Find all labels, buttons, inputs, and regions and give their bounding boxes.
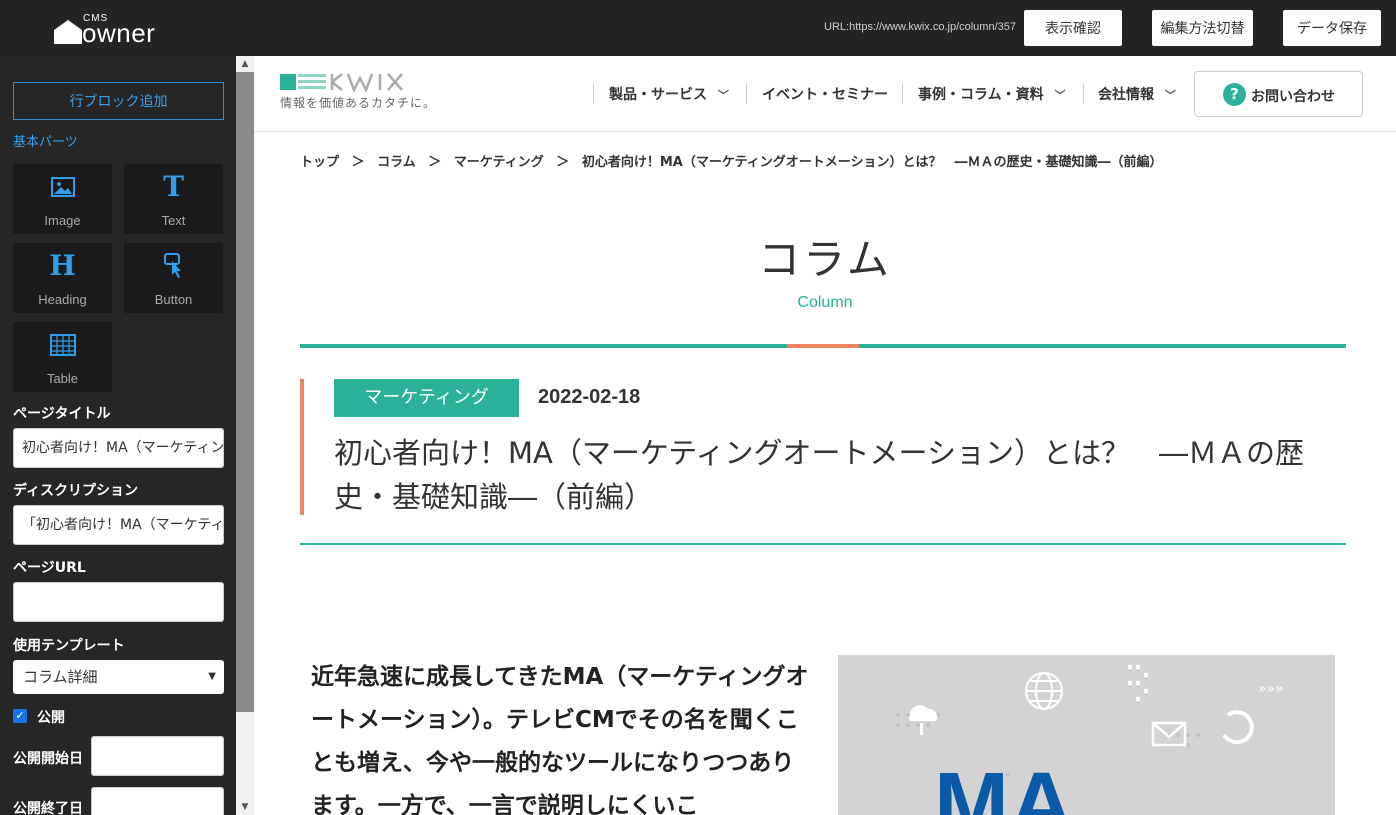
breadcrumb-top[interactable]: トップ bbox=[300, 155, 339, 170]
part-label: Text bbox=[161, 213, 186, 228]
refresh-icon bbox=[1222, 710, 1254, 745]
kwix-logo[interactable] bbox=[280, 72, 440, 92]
part-label: Heading bbox=[38, 292, 87, 307]
page-title-label: ページタイトル bbox=[13, 406, 111, 422]
article-header-divider bbox=[300, 543, 1346, 545]
text-icon: T bbox=[163, 170, 184, 203]
part-button[interactable]: Button bbox=[124, 243, 223, 313]
article-header: マーケティング 2022-02-18 初心者向け！MA（マーケティングオートメー… bbox=[300, 379, 1346, 515]
site-tagline: 情報を価値あるカタチに。 bbox=[280, 96, 437, 110]
basic-parts-label: 基本パーツ bbox=[13, 135, 78, 150]
cloud-download-icon bbox=[909, 705, 938, 735]
nav-events[interactable]: イベント・セミナー bbox=[762, 84, 888, 104]
part-image[interactable]: Image bbox=[13, 164, 112, 234]
page-url-display: URL:https://www.kwix.co.jp/column/357 bbox=[824, 21, 1016, 33]
publish-start-input[interactable] bbox=[91, 736, 224, 776]
hero-illustration: »»» MA bbox=[896, 665, 1284, 815]
chevron-down-icon: ﹀ bbox=[717, 89, 729, 102]
publish-label: 公開 bbox=[37, 710, 65, 726]
breadcrumb-separator: ＞ bbox=[428, 155, 442, 170]
heading-icon: H bbox=[49, 249, 76, 282]
question-icon: ? bbox=[1223, 83, 1246, 106]
scroll-up-arrow-icon[interactable]: ▲ bbox=[236, 56, 254, 72]
breadcrumb-current: 初心者向け！MA（マーケティングオートメーション）とは？ ―ＭＡの歴史・基礎知識… bbox=[581, 155, 1163, 170]
scroll-down-arrow-icon[interactable]: ▼ bbox=[236, 799, 254, 815]
article-date: 2022-02-18 bbox=[538, 386, 641, 408]
nav-divider bbox=[902, 84, 903, 104]
publish-end-input[interactable] bbox=[91, 787, 224, 815]
chevron-down-icon: ▼ bbox=[208, 671, 216, 682]
scroll-thumb[interactable] bbox=[236, 72, 254, 712]
section-divider-accent bbox=[787, 344, 859, 348]
contact-button[interactable]: ? お問い合わせ bbox=[1194, 71, 1363, 117]
page-url-label: ページURL bbox=[13, 560, 86, 576]
nav-cases[interactable]: 事例・コラム・資料 ﹀ bbox=[918, 84, 1065, 104]
article-hero-image: »»» MA bbox=[838, 655, 1335, 815]
publish-start-label: 公開開始日 bbox=[13, 751, 83, 767]
part-text[interactable]: T Text bbox=[124, 164, 223, 234]
nav-company[interactable]: 会社情報 ﹀ bbox=[1098, 84, 1176, 104]
breadcrumb-marketing[interactable]: マーケティング bbox=[454, 155, 544, 170]
editor-side-panel: 行ブロック追加 基本パーツ Image T Text H Heading But… bbox=[0, 56, 236, 815]
preview-button[interactable]: 表示確認 bbox=[1024, 10, 1122, 46]
part-label: Button bbox=[154, 292, 193, 307]
chevron-down-icon: ﹀ bbox=[1054, 89, 1066, 102]
section-title: コラム bbox=[758, 235, 892, 284]
template-select[interactable]: コラム詳細 ▼ bbox=[13, 660, 224, 694]
publish-end-label: 公開終了日 bbox=[13, 801, 83, 815]
template-selected-value: コラム詳細 bbox=[23, 668, 98, 686]
description-label: ディスクリプション bbox=[13, 483, 139, 499]
site-preview: 情報を価値あるカタチに。 製品・サービス ﹀ イベント・セミナー 事例・コラム・… bbox=[254, 56, 1396, 815]
svg-text:»»»: »»» bbox=[1258, 681, 1284, 697]
button-pointer-icon bbox=[163, 253, 181, 278]
globe-icon bbox=[1025, 672, 1063, 710]
chevron-down-icon: ﹀ bbox=[1164, 89, 1176, 102]
panel-scrollbar[interactable]: ▲ ▼ bbox=[236, 56, 254, 815]
nav-divider bbox=[746, 84, 747, 104]
part-heading[interactable]: H Heading bbox=[13, 243, 112, 313]
publish-checkbox[interactable]: ✓ bbox=[13, 709, 27, 723]
breadcrumb-separator: ＞ bbox=[351, 155, 365, 170]
nav-products[interactable]: 製品・サービス ﹀ bbox=[609, 84, 729, 104]
part-table[interactable]: Table bbox=[13, 322, 112, 392]
site-header: 情報を価値あるカタチに。 製品・サービス ﹀ イベント・セミナー 事例・コラム・… bbox=[254, 56, 1396, 132]
article-title: 初心者向け！MA（マーケティングオートメーション）とは？ ―ＭＡの歴史・基礎知識… bbox=[334, 436, 1304, 514]
description-input[interactable]: 「初心者向け！MA（マーケティングオートメーション） bbox=[13, 505, 224, 545]
breadcrumb-column[interactable]: コラム bbox=[377, 155, 416, 170]
cms-topbar: CMS owner URL:https://www.kwix.co.jp/col… bbox=[0, 0, 1396, 56]
category-tag[interactable]: マーケティング bbox=[334, 379, 519, 417]
article-lead-text: 近年急速に成長してきたMA（マーケティングオートメーション）。テレビCMでその名… bbox=[311, 664, 809, 815]
part-label: Image bbox=[44, 213, 81, 228]
add-row-block-button[interactable]: 行ブロック追加 bbox=[13, 82, 224, 120]
grid-dots-icon bbox=[1128, 665, 1148, 701]
section-subtitle: Column bbox=[797, 294, 853, 311]
hero-ma-text: MA bbox=[934, 755, 1074, 815]
contact-label: お問い合わせ bbox=[1251, 89, 1335, 105]
nav-divider bbox=[1083, 84, 1084, 104]
table-icon bbox=[49, 334, 76, 356]
save-data-button[interactable]: データ保存 bbox=[1283, 10, 1381, 46]
page-title-input[interactable]: 初心者向け！MA（マーケティングオートメーション）とは？ bbox=[13, 428, 224, 468]
part-label: Table bbox=[46, 371, 79, 386]
image-icon bbox=[50, 177, 75, 197]
cms-logo-big: owner bbox=[82, 18, 156, 48]
page-url-input[interactable] bbox=[13, 582, 224, 622]
cms-owner-logo: CMS owner bbox=[52, 10, 172, 46]
nav-divider bbox=[593, 84, 594, 104]
template-label: 使用テンプレート bbox=[13, 638, 125, 654]
cms-logo-house-icon bbox=[54, 20, 82, 44]
breadcrumb-separator: ＞ bbox=[556, 155, 570, 170]
switch-edit-mode-button[interactable]: 編集方法切替 bbox=[1152, 10, 1253, 46]
breadcrumb: トップ ＞ コラム ＞ マーケティング ＞ 初心者向け！MA（マーケティングオー… bbox=[300, 151, 1171, 170]
